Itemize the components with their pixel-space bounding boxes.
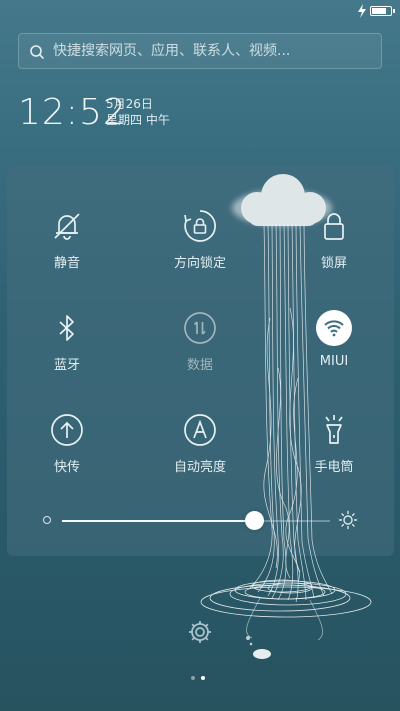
toggle-label: 快传	[53, 460, 80, 475]
clock-date-block: 5月26日 星期四 中午	[106, 96, 170, 128]
toggle-label: 数据	[186, 358, 213, 373]
toggle-label: 静音	[53, 256, 80, 271]
toggle-auto-brightness[interactable]: 自动亮度	[140, 412, 260, 492]
brightness-min-icon	[43, 516, 51, 524]
bell-off-icon	[54, 213, 80, 240]
brightness-fill	[62, 520, 255, 522]
page-indicator	[191, 676, 211, 682]
status-bar	[0, 0, 400, 24]
clock-date: 5月26日	[106, 97, 153, 111]
search-input[interactable]	[53, 34, 373, 68]
battery-icon	[370, 6, 395, 16]
auto-brightness-icon	[184, 414, 216, 446]
toggle-label: 锁屏	[320, 256, 347, 271]
flashlight-icon	[325, 415, 343, 444]
toggle-rotation-lock[interactable]: 方向锁定	[140, 208, 260, 288]
toggle-label: 自动亮度	[173, 460, 226, 475]
toggle-label: 手电筒	[314, 460, 354, 475]
toggle-quick-share[interactable]: 快传	[7, 412, 127, 492]
brightness-slider[interactable]	[40, 508, 330, 534]
page-dot-active	[201, 676, 205, 680]
search-icon	[30, 45, 44, 59]
page-dot	[191, 676, 195, 680]
toggle-silent[interactable]: 静音	[7, 208, 127, 288]
search-bar[interactable]	[18, 33, 382, 69]
quick-settings-panel: 静音 方向锁定 锁屏 蓝牙 数据 MIUI 快传 自动亮度 手电筒	[7, 166, 394, 556]
toggle-lock-screen[interactable]: 锁屏	[274, 208, 394, 288]
clock-weekday: 星期四 中午	[106, 113, 170, 127]
lock-icon	[324, 213, 344, 240]
bluetooth-icon	[59, 315, 74, 341]
rotation-lock-icon	[184, 210, 216, 242]
toggle-label: 方向锁定	[173, 256, 226, 271]
toggle-label: 蓝牙	[53, 358, 80, 373]
brightness-thumb[interactable]	[245, 511, 264, 530]
brightness-max-icon	[338, 510, 358, 530]
settings-gear-icon[interactable]	[187, 619, 213, 645]
toggle-mobile-data[interactable]: 数据	[140, 310, 260, 390]
toggle-wifi[interactable]: MIUI	[274, 310, 394, 390]
toggle-bluetooth[interactable]: 蓝牙	[7, 310, 127, 390]
charging-icon	[358, 4, 366, 18]
mobile-data-icon	[184, 312, 216, 344]
upload-icon	[51, 414, 83, 446]
toggle-flashlight[interactable]: 手电筒	[274, 412, 394, 492]
toggle-label: MIUI	[319, 354, 349, 369]
wifi-icon	[316, 310, 352, 346]
